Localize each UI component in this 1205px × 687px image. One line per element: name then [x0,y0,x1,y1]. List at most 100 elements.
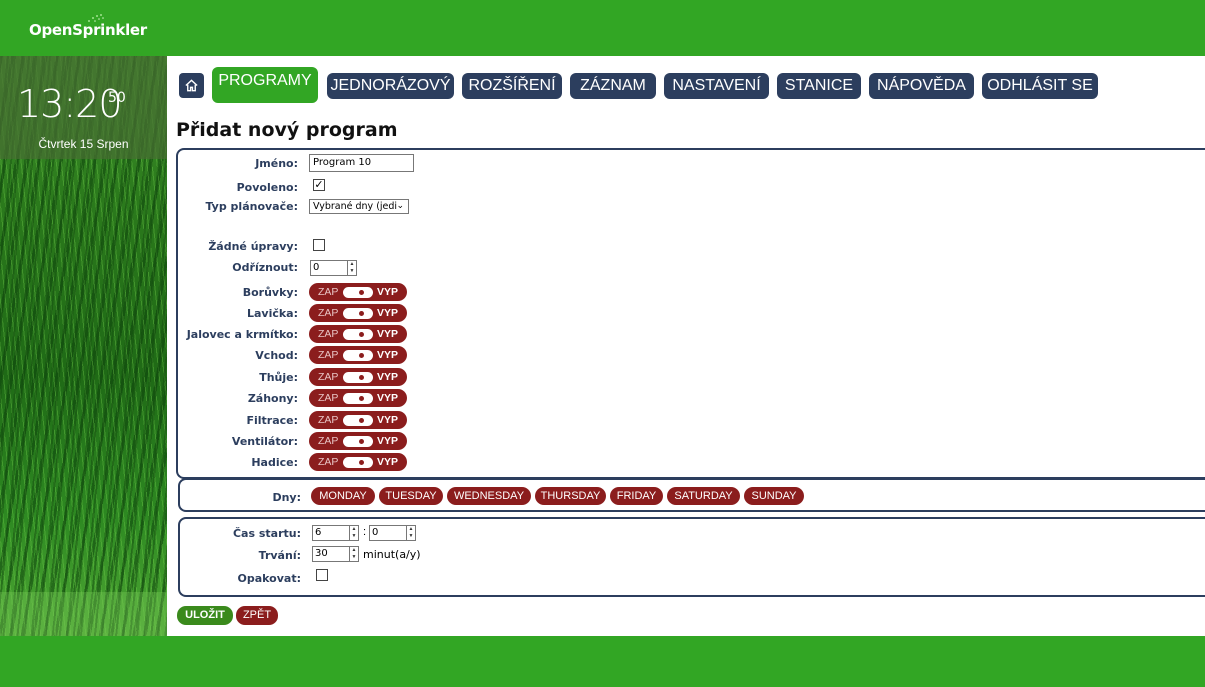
day-wednesday-button[interactable]: WEDNESDAY [447,487,531,505]
station-toggle[interactable]: ZAP VYP [309,346,407,364]
station-label: Thůje: [259,371,298,384]
toggle-on-label: ZAP [318,414,339,426]
day-thursday-button[interactable]: THURSDAY [535,487,606,505]
program-settings-panel: Jméno: Program 10 Povoleno: ✓ Typ plánov… [176,148,1205,479]
toggle-on-label: ZAP [318,307,339,319]
toggle-on-label: ZAP [318,371,339,383]
duration-unit: minut(a/y) [363,548,421,561]
program-name-input[interactable]: Program 10 [309,154,414,172]
home-icon [185,79,198,92]
tab-log[interactable]: ZÁZNAM [570,73,656,99]
days-panel: Dny: MONDAY TUESDAY WEDNESDAY THURSDAY F… [178,478,1205,512]
toggle-on-label: ZAP [318,349,339,361]
toggle-off-label: VYP [377,414,399,426]
chevron-down-icon: ⌄ [396,201,404,211]
day-sunday-button[interactable]: SUNDAY [744,487,804,505]
station-toggle[interactable]: ZAP VYP [309,325,407,343]
scheduler-type-select[interactable]: Vybrané dny (jedi ⌄ [309,199,409,214]
stepper-arrows-icon[interactable]: ▲ ▼ [349,547,358,561]
toggle-off-label: VYP [377,328,399,340]
toggle-knob [343,372,373,383]
day-tuesday-button[interactable]: TUESDAY [379,487,443,505]
logo-text: OpenSprinkler [29,21,147,39]
sidebar-grass-background: 13:20 50 Čtvrtek 15 Srpen [0,56,167,636]
logo[interactable]: OpenSprinkler [29,14,147,39]
day-monday-button[interactable]: MONDAY [311,487,375,505]
tab-help[interactable]: NÁPOVĚDA [869,73,974,99]
toggle-knob [343,350,373,361]
header-bar: OpenSprinkler [0,0,1205,56]
repeat-label: Opakovat: [237,572,301,585]
days-label: Dny: [272,491,301,504]
toggle-off-label: VYP [377,456,399,468]
time-separator: : [363,526,367,538]
start-hour-value: 6 [315,527,322,538]
start-hour-stepper[interactable]: 6 ▲ ▼ [312,525,359,541]
schedule-time-panel: Čas startu: 6 ▲ ▼ : 0 ▲ ▼ Trvání: 30 ▲ ▼ mi… [178,517,1205,597]
toggle-knob [343,308,373,319]
duration-stepper[interactable]: 30 ▲ ▼ [312,546,359,562]
duration-label: Trvání: [258,549,301,562]
station-toggle[interactable]: ZAP VYP [309,411,407,429]
home-button[interactable] [179,73,204,98]
name-label: Jméno: [255,157,298,170]
duration-value: 30 [315,548,328,559]
toggle-off-label: VYP [377,371,399,383]
day-friday-button[interactable]: FRIDAY [610,487,663,505]
toggle-off-label: VYP [377,392,399,404]
toggle-off-label: VYP [377,435,399,447]
station-label: Hadice: [251,456,298,469]
toggle-off-label: VYP [377,286,399,298]
station-label: Lavička: [246,307,298,320]
stepper-arrows-icon[interactable]: ▲ ▼ [347,261,356,275]
cutoff-value: 0 [313,262,320,273]
cutoff-label: Odříznout: [232,261,298,274]
tab-run-once[interactable]: JEDNORÁZOVÝ [327,73,454,99]
day-saturday-button[interactable]: SATURDAY [667,487,740,505]
station-toggle[interactable]: ZAP VYP [309,389,407,407]
station-label: Záhony: [247,392,298,405]
scheduler-type-value: Vybrané dny (jedi [313,201,398,212]
stepper-arrows-icon[interactable]: ▲ ▼ [349,526,358,540]
toggle-knob [343,287,373,298]
tab-logout[interactable]: ODHLÁSIT SE [982,73,1098,99]
sprinkler-spray-icon [88,14,104,22]
back-button[interactable]: ZPĚT [236,606,278,625]
repeat-checkbox[interactable] [316,569,328,581]
start-minute-stepper[interactable]: 0 ▲ ▼ [369,525,416,541]
tab-programs[interactable]: PROGRAMY [212,67,318,103]
station-label: Borůvky: [242,286,298,299]
toggle-off-label: VYP [377,349,399,361]
no-adjust-label: Žádné úpravy: [208,240,298,253]
station-label: Jalovec a krmítko: [186,328,298,341]
day-buttons: MONDAY TUESDAY WEDNESDAY THURSDAY FRIDAY… [311,487,811,505]
toggle-on-label: ZAP [318,456,339,468]
station-toggle[interactable]: ZAP VYP [309,304,407,322]
toggle-knob [343,329,373,340]
toggle-off-label: VYP [377,307,399,319]
station-toggle[interactable]: ZAP VYP [309,368,407,386]
tab-stations[interactable]: STANICE [777,73,861,99]
tab-settings[interactable]: NASTAVENÍ [664,73,769,99]
toggle-on-label: ZAP [318,392,339,404]
start-minute-value: 0 [372,527,379,538]
toggle-knob [343,436,373,447]
station-label: Filtrace: [246,414,298,427]
enabled-checkbox[interactable]: ✓ [313,179,325,191]
toggle-knob [343,415,373,426]
toggle-on-label: ZAP [318,286,339,298]
footer-bar [0,636,1205,687]
toggle-knob [343,457,373,468]
clock-time: 13:20 [17,82,123,126]
save-button[interactable]: ULOŽIT [177,606,233,625]
station-toggle[interactable]: ZAP VYP [309,432,407,450]
station-toggle[interactable]: ZAP VYP [309,453,407,471]
stepper-arrows-icon[interactable]: ▲ ▼ [406,526,415,540]
station-toggle[interactable]: ZAP VYP [309,283,407,301]
no-adjust-checkbox[interactable] [313,239,325,251]
tab-extensions[interactable]: ROZŠÍŘENÍ [462,73,562,99]
cutoff-stepper[interactable]: 0 ▲ ▼ [310,260,357,276]
page-title: Přidat nový program [176,119,398,141]
scheduler-type-label: Typ plánovače: [205,200,298,213]
clock-date: Čtvrtek 15 Srpen [38,137,129,151]
